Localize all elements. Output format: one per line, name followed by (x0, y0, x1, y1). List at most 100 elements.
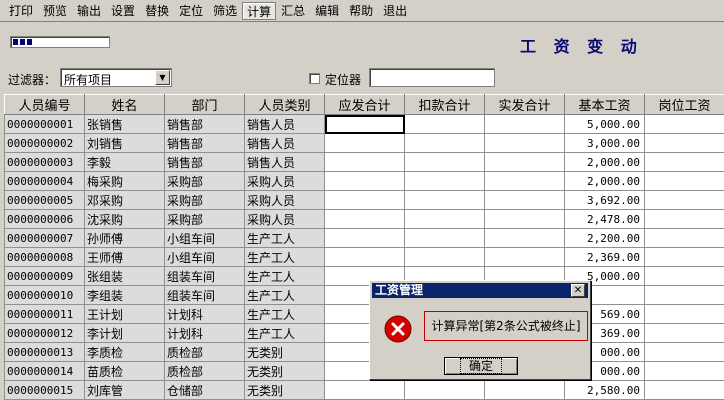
table-cell[interactable]: 销售部 (164, 133, 245, 153)
table-cell[interactable]: 生产工人 (244, 266, 325, 286)
table-cell[interactable]: 计划科 (164, 304, 245, 324)
column-header[interactable]: 扣款合计 (404, 94, 485, 115)
table-cell[interactable] (324, 190, 405, 210)
table-cell[interactable]: 采购人员 (244, 209, 325, 229)
table-cell[interactable]: 2,000.00 (564, 152, 645, 172)
table-row[interactable]: 0000000012 李计划 计划科 生产工人 369.00 (4, 323, 724, 343)
table-cell[interactable]: 刘库管 (84, 380, 165, 400)
table-cell[interactable] (324, 209, 405, 229)
table-cell[interactable] (324, 380, 405, 400)
table-cell[interactable]: 梅采购 (84, 171, 165, 191)
chevron-down-icon[interactable]: ▼ (155, 70, 170, 85)
table-cell[interactable] (404, 228, 485, 248)
table-cell[interactable]: 组装车间 (164, 285, 245, 305)
menu-item[interactable]: 替换 (140, 2, 174, 20)
table-cell[interactable]: 0000000010 (4, 285, 85, 305)
table-cell[interactable]: 3,692.00 (564, 190, 645, 210)
table-cell[interactable]: 3,000.00 (564, 133, 645, 153)
column-header[interactable]: 部门 (164, 94, 245, 115)
table-cell[interactable] (484, 247, 565, 267)
table-row[interactable]: 0000000010 李组装 组装车间 生产工人 (4, 285, 724, 305)
table-row[interactable]: 0000000011 王计划 计划科 生产工人 569.00 (4, 304, 724, 324)
table-cell[interactable] (324, 171, 405, 191)
table-cell[interactable]: 销售人员 (244, 133, 325, 153)
table-row[interactable]: 0000000001 张销售 销售部 销售人员 5,000.00 (4, 114, 724, 134)
table-cell[interactable] (644, 266, 724, 286)
table-cell[interactable]: 销售人员 (244, 114, 325, 134)
table-cell[interactable] (644, 285, 724, 305)
table-cell[interactable] (644, 152, 724, 172)
table-cell[interactable]: 采购部 (164, 171, 245, 191)
table-cell[interactable]: 0000000004 (4, 171, 85, 191)
table-cell[interactable] (644, 228, 724, 248)
table-cell[interactable]: 2,000.00 (564, 171, 645, 191)
menu-item[interactable]: 计算 (242, 1, 277, 20)
table-cell[interactable] (324, 228, 405, 248)
table-cell[interactable]: 采购人员 (244, 171, 325, 191)
table-cell[interactable] (404, 171, 485, 191)
column-header[interactable]: 人员编号 (4, 94, 85, 115)
table-cell[interactable]: 0000000008 (4, 247, 85, 267)
table-cell[interactable] (644, 247, 724, 267)
table-cell[interactable]: 李毅 (84, 152, 165, 172)
table-cell[interactable]: 0000000009 (4, 266, 85, 286)
table-cell[interactable]: 邓采购 (84, 190, 165, 210)
table-cell[interactable]: 计划科 (164, 323, 245, 343)
table-cell[interactable] (484, 380, 565, 400)
table-cell[interactable]: 2,200.00 (564, 228, 645, 248)
filter-select[interactable]: 所有项目 ▼ (60, 68, 172, 87)
table-cell[interactable]: 0000000013 (4, 342, 85, 362)
table-cell[interactable] (644, 171, 724, 191)
table-cell[interactable] (324, 152, 405, 172)
table-cell[interactable] (484, 114, 565, 134)
column-header[interactable]: 基本工资 (564, 94, 645, 115)
table-cell[interactable]: 0000000001 (4, 114, 85, 134)
table-row[interactable]: 0000000006 沈采购 采购部 采购人员 2,478.00 (4, 209, 724, 229)
table-cell[interactable] (484, 209, 565, 229)
table-cell[interactable]: 0000000014 (4, 361, 85, 381)
table-cell[interactable]: 采购部 (164, 190, 245, 210)
table-cell[interactable]: 生产工人 (244, 285, 325, 305)
table-cell[interactable]: 刘销售 (84, 133, 165, 153)
menu-item[interactable]: 筛选 (208, 2, 242, 20)
table-cell[interactable]: 李质检 (84, 342, 165, 362)
table-cell[interactable]: 孙师傅 (84, 228, 165, 248)
table-cell[interactable]: 无类别 (244, 380, 325, 400)
close-icon[interactable]: ✕ (571, 284, 585, 297)
table-row[interactable]: 0000000005 邓采购 采购部 采购人员 3,692.00 (4, 190, 724, 210)
menu-item[interactable]: 退出 (378, 2, 412, 20)
table-cell[interactable] (484, 190, 565, 210)
table-cell[interactable]: 销售部 (164, 114, 245, 134)
table-cell[interactable]: 2,478.00 (564, 209, 645, 229)
table-cell[interactable]: 0000000007 (4, 228, 85, 248)
table-cell[interactable] (644, 304, 724, 324)
table-cell[interactable]: 苗质检 (84, 361, 165, 381)
table-cell[interactable]: 张销售 (84, 114, 165, 134)
table-row[interactable]: 0000000013 李质检 质检部 无类别 000.00 (4, 342, 724, 362)
table-row[interactable]: 0000000003 李毅 销售部 销售人员 2,000.00 (4, 152, 724, 172)
table-cell[interactable]: 质检部 (164, 342, 245, 362)
table-cell[interactable]: 0000000006 (4, 209, 85, 229)
table-row[interactable]: 0000000004 梅采购 采购部 采购人员 2,000.00 (4, 171, 724, 191)
table-cell[interactable]: 0000000005 (4, 190, 85, 210)
table-cell[interactable]: 无类别 (244, 361, 325, 381)
table-cell[interactable]: 小组车间 (164, 247, 245, 267)
menu-item[interactable]: 编辑 (310, 2, 344, 20)
table-cell[interactable] (644, 342, 724, 362)
column-header[interactable]: 实发合计 (484, 94, 565, 115)
table-row[interactable]: 0000000007 孙师傅 小组车间 生产工人 2,200.00 (4, 228, 724, 248)
table-cell[interactable]: 0000000003 (4, 152, 85, 172)
table-cell[interactable] (484, 228, 565, 248)
locator-input[interactable] (369, 68, 495, 87)
table-cell[interactable]: 王师傅 (84, 247, 165, 267)
table-cell[interactable]: 采购人员 (244, 190, 325, 210)
column-header[interactable]: 人员类别 (244, 94, 325, 115)
table-cell[interactable]: 销售部 (164, 152, 245, 172)
table-cell[interactable] (644, 114, 724, 134)
table-cell[interactable] (324, 133, 405, 153)
table-cell[interactable]: 采购部 (164, 209, 245, 229)
table-cell[interactable]: 生产工人 (244, 323, 325, 343)
table-cell[interactable] (484, 133, 565, 153)
table-cell[interactable] (484, 171, 565, 191)
table-cell[interactable] (404, 152, 485, 172)
